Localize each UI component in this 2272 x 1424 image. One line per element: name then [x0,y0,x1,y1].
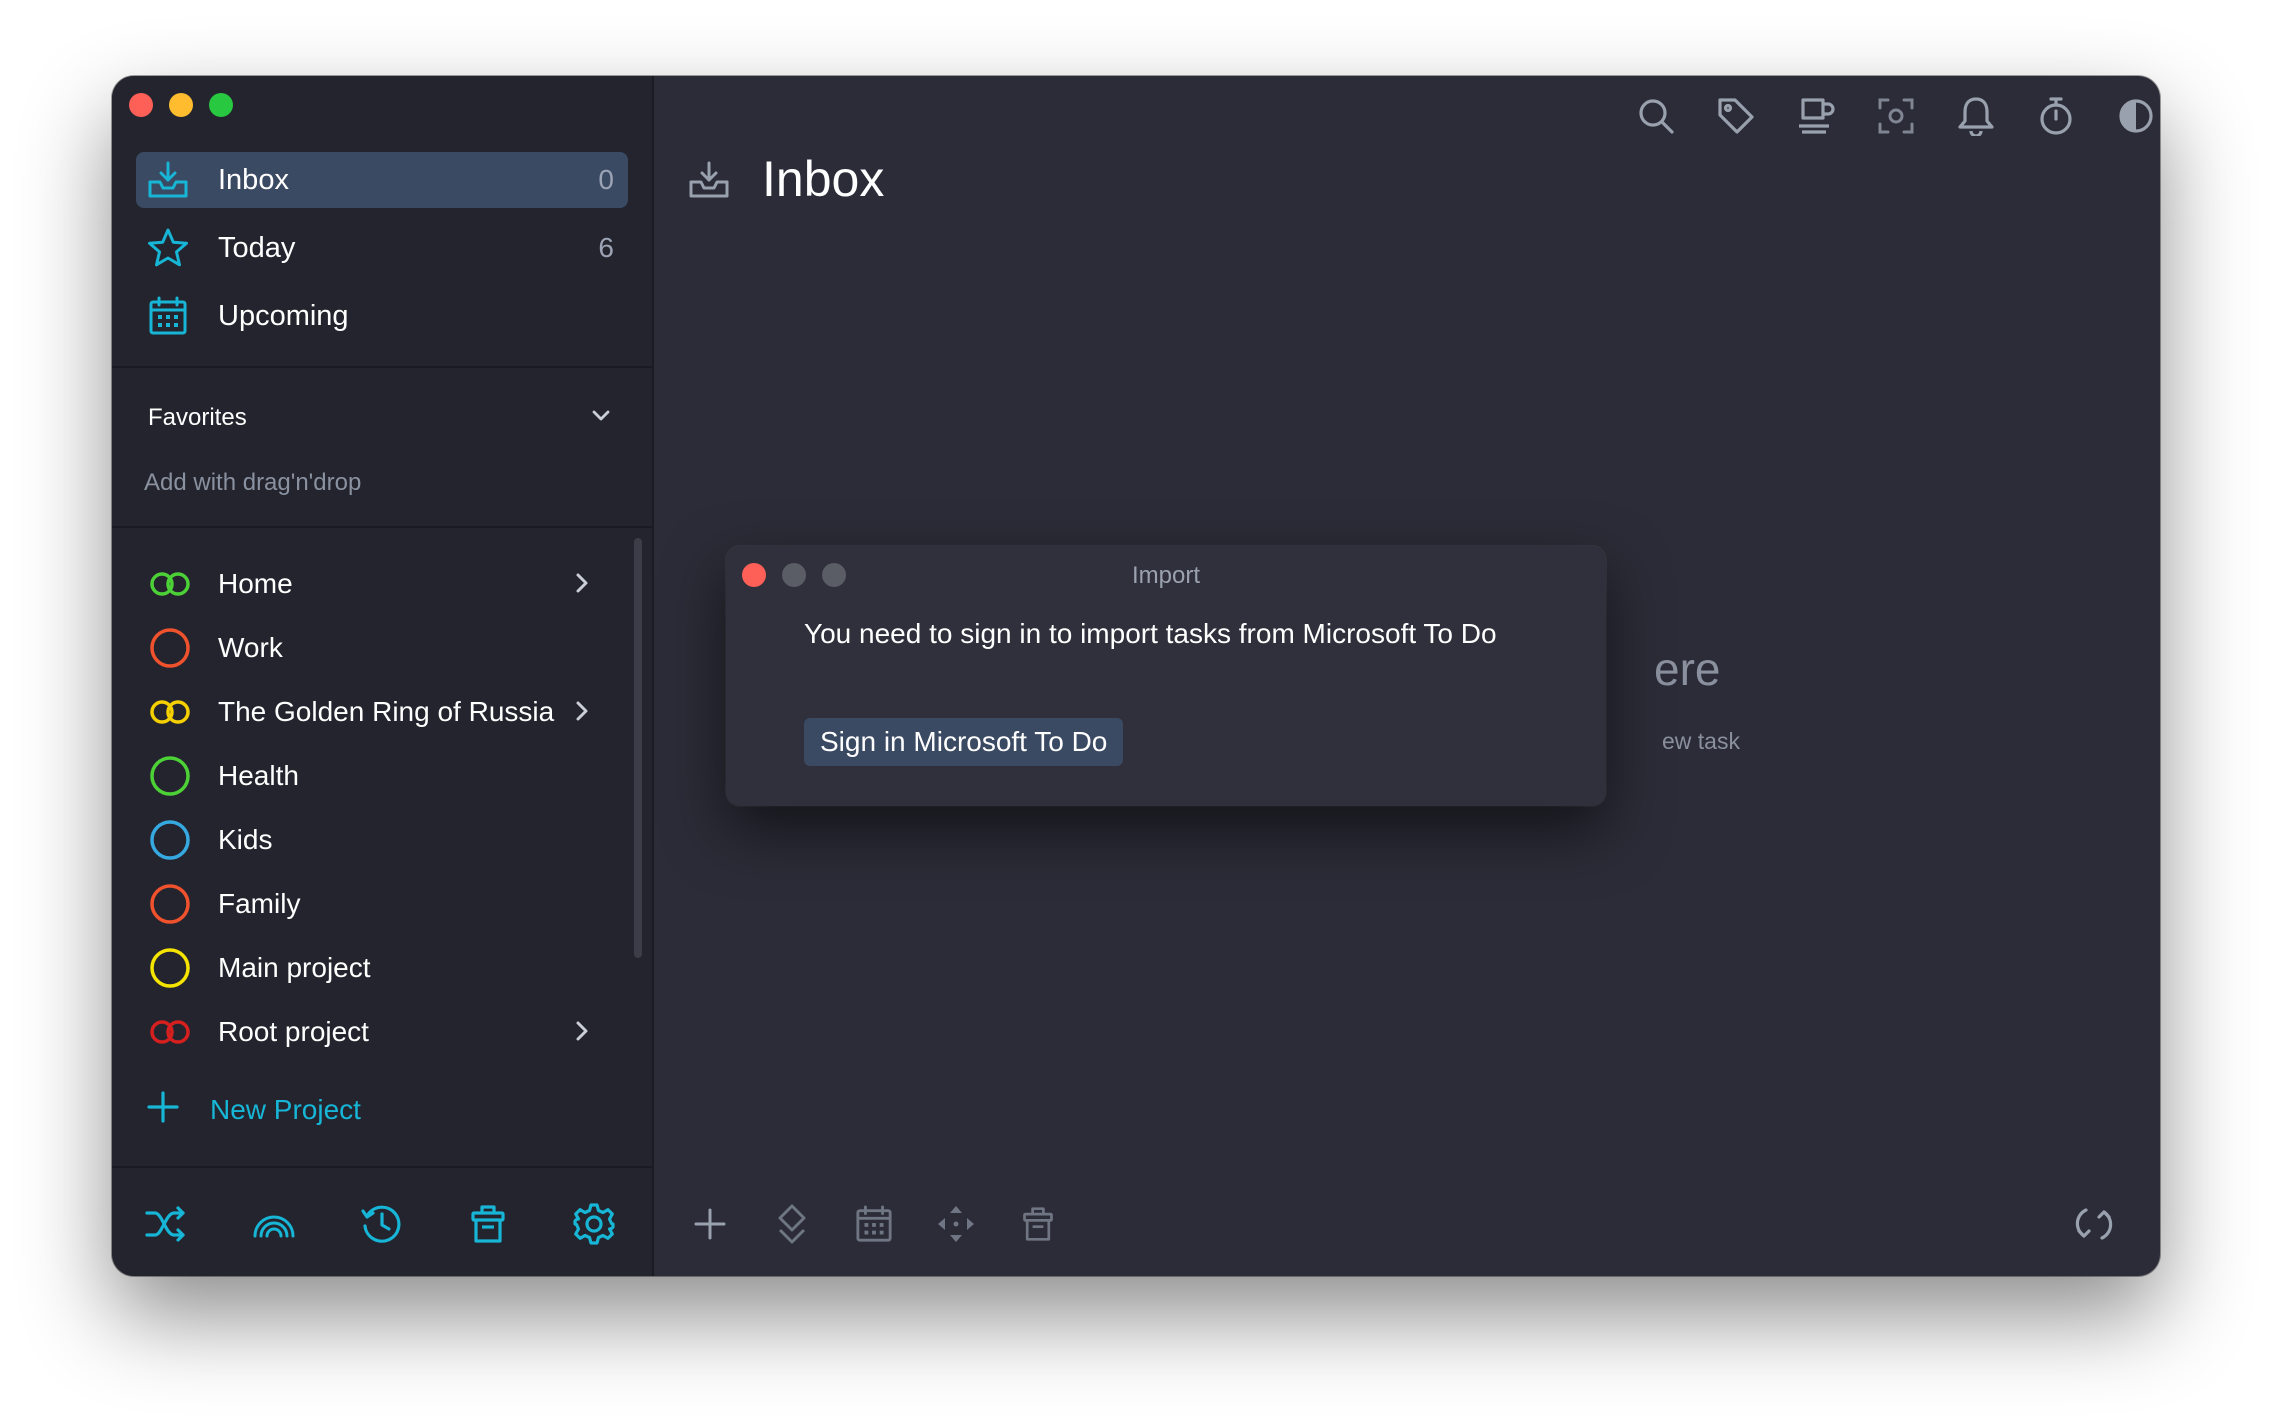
sidebar-item-today[interactable]: Today 6 [136,220,628,276]
chevron-down-icon[interactable] [590,404,612,431]
page-title: Inbox [762,151,885,207]
sidebar-divider [112,366,652,368]
project-item-health[interactable]: Health [136,750,606,802]
project-item-golden-ring[interactable]: The Golden Ring of Russia [136,686,606,738]
settings-icon[interactable] [570,1200,618,1248]
import-dialog: Import You need to sign in to import tas… [726,546,1606,806]
search-icon[interactable] [1634,94,1678,138]
project-item-family[interactable]: Family [136,878,606,930]
inbox-count: 0 [598,164,614,195]
project-label: Home [218,568,293,599]
calendar-icon [146,294,190,338]
project-item-work[interactable]: Work [136,622,606,674]
today-count: 6 [598,232,614,263]
project-label: Work [218,632,283,663]
priority-icon[interactable] [770,1202,814,1246]
sidebar: Inbox 0 Today 6 Upcoming Favorites Add w… [112,76,654,1276]
close-window-button[interactable] [129,93,153,117]
project-label: Main project [218,952,371,983]
chevron-right-icon[interactable] [570,570,594,601]
dialog-title: Import [1131,562,1200,589]
project-group-icon [146,688,194,736]
sidebar-item-label: Inbox [218,163,289,196]
empty-state-subtitle: ew task [1662,728,1740,754]
inbox-icon [146,158,190,202]
project-group-icon [146,1008,194,1056]
tag-icon[interactable] [1714,94,1758,138]
star-icon [146,226,190,270]
trash-icon[interactable] [464,1200,512,1248]
empty-state-title: ere [1654,643,1721,695]
new-project-label: New Project [210,1093,361,1125]
project-circle-icon [146,880,194,928]
timer-icon[interactable] [2034,94,2078,138]
project-label: Root project [218,1016,369,1047]
theme-icon[interactable] [2114,94,2158,138]
dialog-message: You need to sign in to import tasks from… [804,618,1497,649]
app-window: Inbox 0 Today 6 Upcoming Favorites Add w… [112,76,2160,1276]
bell-icon[interactable] [1954,94,1998,138]
project-group-icon [146,560,194,608]
project-item-main-project[interactable]: Main project [136,942,606,994]
chevron-right-icon[interactable] [570,1018,594,1049]
sidebar-scrollbar[interactable] [634,538,642,958]
project-circle-icon [146,816,194,864]
sync-icon[interactable] [2072,1202,2116,1246]
project-item-kids[interactable]: Kids [136,814,606,866]
inbox-icon [688,160,730,205]
project-label: Family [218,888,301,919]
project-circle-icon [146,752,194,800]
plus-icon [146,1090,180,1129]
window-controls [129,93,233,117]
move-icon[interactable] [934,1202,978,1246]
sign-in-button[interactable]: Sign in Microsoft To Do [804,718,1124,766]
project-label: Health [218,760,299,791]
sidebar-item-inbox[interactable]: Inbox 0 [136,152,628,208]
shuffle-icon[interactable] [142,1200,190,1248]
delete-icon[interactable] [1016,1202,1060,1246]
minimize-window-button[interactable] [169,93,193,117]
history-icon[interactable] [358,1200,406,1248]
favorites-title[interactable]: Favorites [148,404,247,432]
sidebar-divider [112,526,652,528]
project-circle-icon [146,624,194,672]
project-circle-icon [146,944,194,992]
chevron-right-icon[interactable] [570,698,594,729]
coffee-icon[interactable] [1794,94,1838,138]
sidebar-item-label: Upcoming [218,299,349,332]
add-icon[interactable] [688,1202,732,1246]
favorites-hint: Add with drag'n'drop [144,469,362,496]
sidebar-item-upcoming[interactable]: Upcoming [136,288,628,344]
focus-icon[interactable] [250,1200,298,1248]
new-project-button[interactable]: New Project [146,1090,361,1129]
project-label: The Golden Ring of Russia [218,696,555,727]
zoom-window-button[interactable] [209,93,233,117]
sidebar-item-label: Today [218,231,296,264]
sidebar-bottom-bar [112,1168,652,1276]
project-item-home[interactable]: Home [136,558,606,610]
project-item-root-project[interactable]: Root project [136,1006,606,1058]
project-label: Kids [218,824,273,855]
focus-frame-icon[interactable] [1874,94,1918,138]
calendar-icon[interactable] [852,1202,896,1246]
